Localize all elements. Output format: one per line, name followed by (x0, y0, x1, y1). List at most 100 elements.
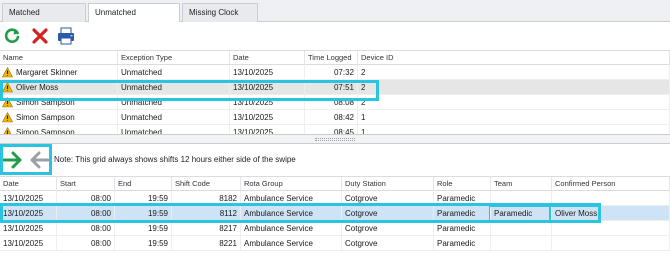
cell-duty-station: Cotgrove (342, 221, 434, 236)
column-header-role[interactable]: Role (434, 177, 491, 191)
exception-row[interactable]: Simon Sampson Unmatched 13/10/2025 08:08 2 (0, 95, 670, 110)
cell-team: Paramedic (491, 206, 552, 221)
cell-time-logged: 08:42 (305, 110, 358, 125)
cell-date: 13/10/2025 (230, 125, 305, 134)
tab-matched-exceptions[interactable]: Matched Exceptions (2, 3, 86, 35)
cell-date: 13/10/2025 (0, 236, 57, 251)
arrow-left-icon (30, 151, 50, 169)
cell-device-id: 1 (358, 110, 670, 125)
toolbar (0, 22, 670, 50)
shift-row[interactable]: 13/10/2025 08:00 19:59 8182 Ambulance Servic… (0, 191, 670, 206)
cell-exception-type: Unmatched (118, 80, 230, 95)
splitter-grip[interactable] (315, 138, 355, 141)
cell-date: 13/10/2025 (230, 95, 305, 110)
cell-name: Oliver Moss (0, 80, 118, 95)
cell-name: Simon Sampson (0, 125, 118, 134)
exception-row[interactable]: Margaret Skinner Unmatched 13/10/2025 07:32… (0, 65, 670, 80)
column-header-team[interactable]: Team (491, 177, 552, 191)
cell-rota-group: Ambulance Service (241, 236, 342, 251)
column-header-name[interactable]: Name (0, 51, 118, 65)
delete-icon (32, 28, 48, 44)
cell-end: 19:59 (115, 221, 172, 236)
refresh-icon (4, 28, 20, 43)
cell-exception-type: Unmatched (118, 110, 230, 125)
cell-team (491, 221, 552, 236)
exceptions-header: Name Exception Type Date Time Logged Dev… (0, 51, 670, 65)
cell-confirmed-person: Oliver Moss (552, 206, 670, 221)
cell-time-logged: 08:08 (305, 95, 358, 110)
cell-team (491, 236, 552, 251)
cell-end: 19:59 (115, 206, 172, 221)
cell-time-logged: 07:51 (305, 80, 358, 95)
cell-exception-type: Unmatched (118, 95, 230, 110)
cell-rota-group: Ambulance Service (241, 206, 342, 221)
column-header-confirmed-person[interactable]: Confirmed Person (552, 177, 670, 191)
tab-unmatched-exceptions[interactable]: Unmatched Exceptions (88, 3, 180, 35)
column-header-start[interactable]: Start (57, 177, 115, 191)
shift-row[interactable]: 13/10/2025 08:00 19:59 8112 Ambulance Servic… (0, 206, 670, 221)
tab-bar: Matched Exceptions Unmatched Exceptions … (0, 0, 670, 35)
cell-shift-code: 8112 (172, 206, 241, 221)
shifts-header: Date Start End Shift Code Rota Group Dut… (0, 177, 670, 191)
column-header-rota-group[interactable]: Rota Group (241, 177, 342, 191)
column-header-date[interactable]: Date (230, 51, 305, 65)
back-button[interactable] (28, 150, 50, 170)
shift-row[interactable]: 13/10/2025 08:00 19:59 8217 Ambulance Servic… (0, 221, 670, 236)
cell-name: Margaret Skinner (0, 65, 118, 80)
column-header-end[interactable]: End (115, 177, 172, 191)
cell-rota-group: Ambulance Service (241, 221, 342, 236)
column-header-device-id[interactable]: Device ID (358, 51, 670, 65)
cell-name: Simon Sampson (0, 95, 118, 110)
cell-device-id: 2 (358, 65, 670, 80)
cell-duty-station: Cotgrove (342, 191, 434, 206)
forward-button[interactable] (2, 150, 24, 170)
cell-date: 13/10/2025 (0, 191, 57, 206)
column-header-exception-type[interactable]: Exception Type (118, 51, 230, 65)
cell-start: 08:00 (57, 236, 115, 251)
cell-device-id: 1 (358, 125, 670, 134)
cell-date: 13/10/2025 (0, 206, 57, 221)
cell-exception-type: Unmatched (118, 65, 230, 80)
column-header-shift-code[interactable]: Shift Code (172, 177, 241, 191)
tab-missing-clock-ins[interactable]: Missing Clock Ins (182, 3, 258, 35)
cell-time-logged: 07:32 (305, 65, 358, 80)
exception-row[interactable]: Simon Sampson Unmatched 13/10/2025 08:42 1 (0, 110, 670, 125)
shift-window-note: Note: This grid always shows shifts 12 h… (54, 155, 296, 164)
cell-end: 19:59 (115, 191, 172, 206)
cell-shift-code: 8217 (172, 221, 241, 236)
column-header-date[interactable]: Date (0, 177, 57, 191)
cell-confirmed-person (552, 191, 670, 206)
cell-date: 13/10/2025 (230, 65, 305, 80)
refresh-button[interactable] (2, 26, 22, 46)
cell-device-id: 2 (358, 95, 670, 110)
exceptions-grid: Name Exception Type Date Time Logged Dev… (0, 50, 670, 134)
shift-row[interactable]: 13/10/2025 08:00 19:59 8221 Ambulance Servic… (0, 236, 670, 251)
cell-device-id: 2 (358, 80, 670, 95)
cell-confirmed-person (552, 221, 670, 236)
shifts-grid: Date Start End Shift Code Rota Group Dut… (0, 176, 670, 263)
cell-duty-station: Cotgrove (342, 206, 434, 221)
cell-role: Paramedic (434, 236, 491, 251)
cell-confirmed-person (552, 236, 670, 251)
cell-role: Paramedic (434, 221, 491, 236)
exception-row[interactable]: Oliver Moss Unmatched 13/10/2025 07:51 2 (0, 80, 670, 95)
print-icon (58, 27, 74, 45)
delete-button[interactable] (30, 26, 50, 46)
shift-navigation-bar: Note: This grid always shows shifts 12 h… (0, 144, 670, 176)
column-header-time-logged[interactable]: Time Logged (305, 51, 358, 65)
cell-team (491, 191, 552, 206)
grid-splitter[interactable] (0, 134, 670, 144)
cell-duty-station: Cotgrove (342, 236, 434, 251)
cell-shift-code: 8221 (172, 236, 241, 251)
cell-end: 19:59 (115, 236, 172, 251)
column-header-duty-station[interactable]: Duty Station (342, 177, 434, 191)
arrow-right-icon (2, 151, 22, 169)
print-button[interactable] (56, 26, 76, 46)
cell-start: 08:00 (57, 221, 115, 236)
exception-row[interactable]: Simon Sampson Unmatched 13/10/2025 08:45 1 (0, 125, 670, 134)
cell-date: 13/10/2025 (0, 221, 57, 236)
cell-date: 13/10/2025 (230, 80, 305, 95)
cell-time-logged: 08:45 (305, 125, 358, 134)
cell-rota-group: Ambulance Service (241, 191, 342, 206)
cell-shift-code: 8182 (172, 191, 241, 206)
